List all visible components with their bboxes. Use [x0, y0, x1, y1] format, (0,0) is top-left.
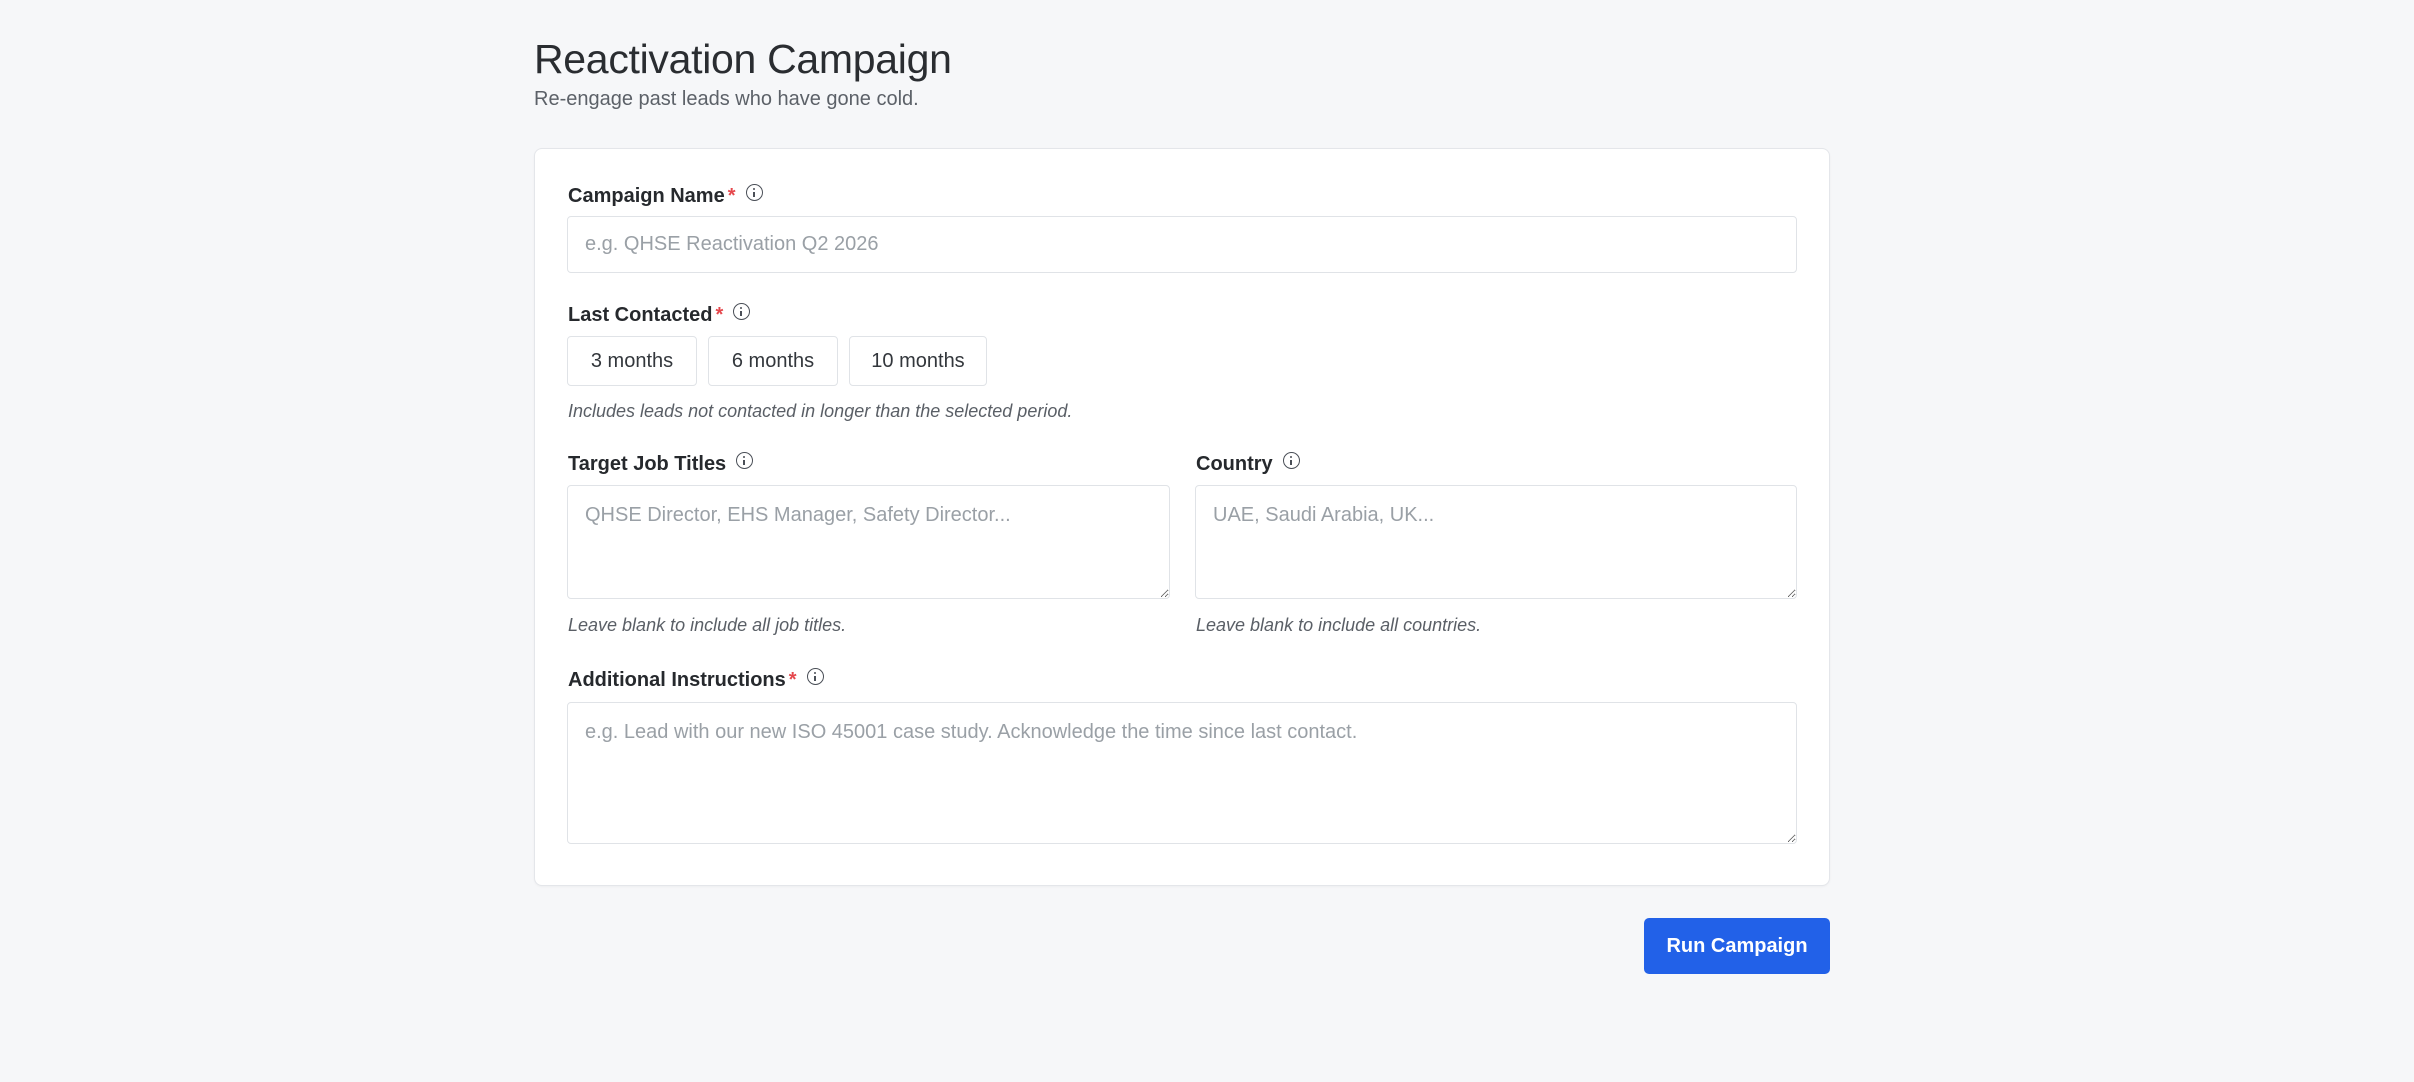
option-3-months[interactable]: 3 months [567, 336, 697, 386]
campaign-form-card: Campaign Name * Last Contacted * 3 month… [534, 148, 1830, 886]
last-contacted-label-text: Last Contacted [568, 304, 713, 326]
page-title: Reactivation Campaign [534, 36, 952, 82]
option-10-months[interactable]: 10 months [849, 336, 987, 386]
country-label-text: Country [1196, 453, 1273, 475]
country-label: Country [1196, 452, 1300, 476]
target-job-titles-label: Target Job Titles [568, 452, 754, 476]
info-circle-icon[interactable] [736, 452, 754, 469]
additional-instructions-label-text: Additional Instructions [568, 669, 786, 691]
info-circle-icon[interactable] [733, 303, 751, 320]
country-input[interactable] [1195, 485, 1797, 599]
info-circle-icon[interactable] [1282, 452, 1300, 469]
campaign-name-label: Campaign Name * [568, 184, 763, 208]
additional-instructions-input[interactable] [567, 702, 1797, 844]
additional-instructions-label: Additional Instructions * [568, 668, 824, 692]
target-job-titles-label-text: Target Job Titles [568, 453, 727, 475]
info-circle-icon[interactable] [806, 668, 824, 685]
target-job-titles-input[interactable] [567, 485, 1170, 599]
campaign-name-label-text: Campaign Name [568, 185, 725, 207]
last-contacted-label: Last Contacted * [568, 303, 751, 327]
required-marker: * [788, 669, 797, 691]
required-marker: * [715, 304, 724, 326]
required-marker: * [727, 185, 736, 207]
last-contacted-hint: Includes leads not contacted in longer t… [568, 401, 1073, 421]
campaign-name-input[interactable] [567, 216, 1797, 273]
run-campaign-button[interactable]: Run Campaign [1644, 918, 1830, 974]
page-subtitle: Re-engage past leads who have gone cold. [534, 88, 919, 110]
country-hint: Leave blank to include all countries. [1196, 615, 1482, 635]
option-6-months[interactable]: 6 months [708, 336, 838, 386]
target-job-titles-hint: Leave blank to include all job titles. [568, 615, 847, 635]
info-circle-icon[interactable] [745, 184, 763, 201]
